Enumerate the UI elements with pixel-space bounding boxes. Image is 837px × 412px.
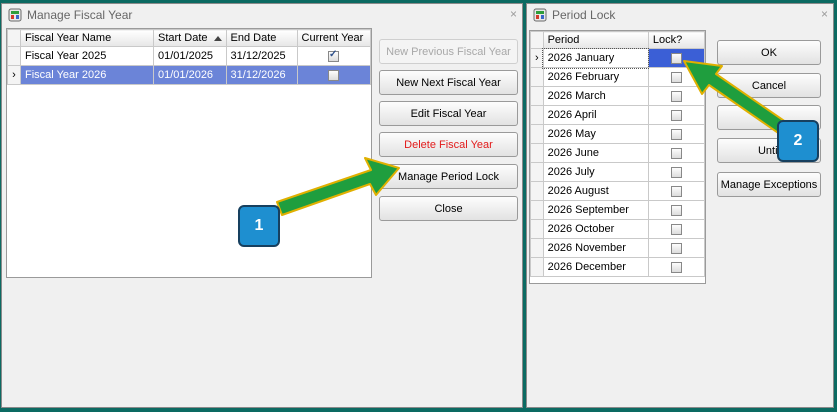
callout-badge-1: 1 (238, 205, 280, 247)
arrow-1-shape (276, 157, 400, 216)
callout-badge-2: 2 (777, 120, 819, 162)
annotation-arrows (276, 60, 797, 216)
